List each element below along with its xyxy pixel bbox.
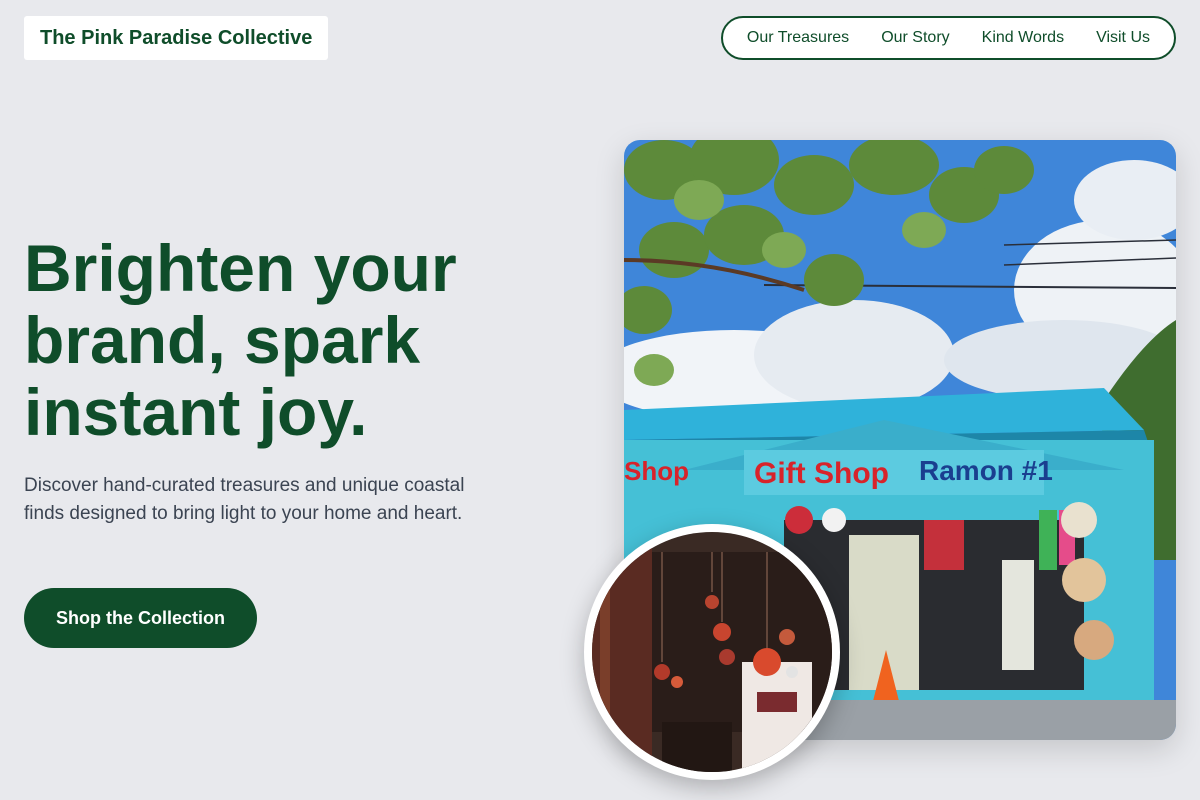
gift-shop-sign: Gift Shop xyxy=(754,457,889,490)
nav-item-visit-us[interactable]: Visit Us xyxy=(1096,29,1150,47)
brand-logo[interactable]: The Pink Paradise Collective xyxy=(24,16,329,60)
ornament-window-illustration xyxy=(592,532,832,772)
inset-window-image xyxy=(584,524,840,780)
shop-sign-left: Shop xyxy=(624,456,689,486)
shop-collection-button[interactable]: Shop the Collection xyxy=(24,588,257,648)
ramon-sign: Ramon #1 xyxy=(919,455,1053,486)
nav-item-our-treasures[interactable]: Our Treasures xyxy=(747,29,849,47)
nav-item-our-story[interactable]: Our Story xyxy=(881,29,949,47)
brand-name: The Pink Paradise Collective xyxy=(40,26,313,49)
hero-subtext: Discover hand-curated treasures and uniq… xyxy=(24,475,465,524)
nav-item-kind-words[interactable]: Kind Words xyxy=(982,29,1064,47)
hero-headline: Brighten your brand, spark instant joy. xyxy=(24,231,457,449)
main-nav: Our Treasures Our Story Kind Words Visit… xyxy=(720,16,1176,60)
